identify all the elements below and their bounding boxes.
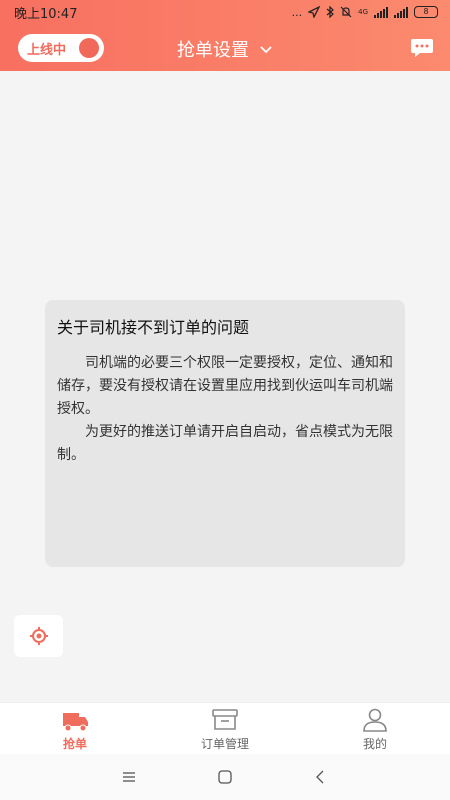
status-icons: ... 4G 8 [292,6,438,19]
tab-label: 我的 [362,737,387,751]
notice-paragraph: 司机端的必要三个权限一定要授权，定位、通知和储存，要没有授权请在设置里应用找到伙… [57,355,393,417]
home-icon[interactable] [217,769,233,785]
bottom-tab-bar: 抢单 订单管理 我的 [0,702,450,754]
tab-mine[interactable]: 我的 [300,703,450,754]
back-icon[interactable] [313,769,329,785]
tab-label: 订单管理 [200,737,249,751]
mute-icon [340,6,352,18]
locate-button[interactable] [14,615,63,657]
truck-icon [63,713,88,732]
signal-icon [374,6,388,18]
bluetooth-icon [326,6,334,18]
title-dropdown[interactable]: 抢单设置 [0,36,450,62]
signal-icon-2 [394,6,408,18]
status-bar: 晚上10:47 ... 4G 8 [0,0,450,24]
chevron-down-icon [260,46,272,54]
chat-bubble-icon[interactable] [410,38,434,58]
battery-icon: 8 [414,6,438,18]
notice-card: 关于司机接不到订单的问题 司机端的必要三个权限一定要授权，定位、通知和储存，要没… [45,300,405,567]
tab-label: 抢单 [62,737,87,751]
network-type: 4G [358,8,368,16]
menu-icon[interactable] [121,769,137,785]
app-header: 晚上10:47 ... 4G 8 上线中 抢单设置 [0,0,450,71]
person-icon [363,708,387,732]
notice-paragraph: 为更好的推送订单请开启自启动，省点模式为无限制。 [57,424,393,463]
notice-title: 关于司机接不到订单的问题 [57,318,250,337]
tab-grab-order[interactable]: 抢单 [0,703,150,754]
locate-target-icon [29,627,48,645]
system-nav-bar [0,754,450,800]
location-arrow-icon [308,6,321,18]
tab-order-management[interactable]: 订单管理 [150,703,300,754]
page-title: 抢单设置 [177,40,249,61]
status-dots: ... [291,5,303,19]
status-time: 晚上10:47 [14,6,78,22]
box-icon [212,709,238,730]
